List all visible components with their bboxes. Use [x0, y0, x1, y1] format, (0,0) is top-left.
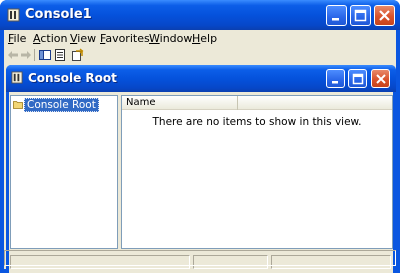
tree-item-label: Console Root	[24, 97, 99, 112]
child-minimize-button[interactable]	[326, 69, 345, 88]
close-button[interactable]	[374, 5, 395, 26]
toolbar	[4, 47, 396, 63]
status-cell	[4, 250, 396, 266]
window-titlebar[interactable]: Console1	[0, 0, 400, 30]
forward-arrow-icon[interactable]	[19, 48, 33, 62]
minimize-icon	[332, 18, 339, 21]
close-icon	[379, 10, 390, 21]
child-maximize-button[interactable]	[348, 69, 367, 88]
child-window-title: Console Root	[28, 71, 117, 85]
maximize-button[interactable]	[350, 5, 371, 26]
menu-file[interactable]: File	[8, 32, 26, 45]
menubar: File Action View Favorites Window Help	[4, 30, 396, 47]
maximize-icon	[354, 9, 367, 22]
mmc-console-icon	[7, 8, 20, 22]
show-hide-tree-icon[interactable]	[38, 48, 52, 62]
console-root-window: Console Root Console Root Name There are…	[6, 65, 396, 273]
menu-favorites[interactable]: Favorites	[100, 32, 150, 45]
menu-view[interactable]: View	[70, 32, 96, 45]
maximize-icon	[352, 73, 364, 85]
column-header-name[interactable]: Name	[122, 96, 238, 110]
tree-pane[interactable]: Console Root	[10, 95, 118, 249]
child-close-button[interactable]	[371, 69, 390, 88]
child-titlebar[interactable]: Console Root	[6, 65, 396, 92]
menu-window[interactable]: Window	[149, 32, 192, 45]
folder-icon	[13, 101, 23, 109]
window-client-area: File Action View Favorites Window Help C…	[4, 30, 396, 273]
menu-help[interactable]: Help	[192, 32, 217, 45]
list-pane[interactable]: Name There are no items to show in this …	[121, 95, 393, 249]
window-title: Console1	[25, 7, 92, 22]
export-icon[interactable]	[70, 48, 84, 62]
minimize-button[interactable]	[326, 5, 347, 26]
back-arrow-icon[interactable]	[6, 48, 20, 62]
close-icon	[376, 74, 386, 84]
empty-list-message: There are no items to show in this view.	[152, 116, 362, 128]
tree-item-console-root[interactable]: Console Root	[13, 97, 99, 112]
main-status-bar	[4, 249, 396, 267]
properties-icon[interactable]	[53, 48, 67, 62]
toolbar-separator	[34, 49, 35, 61]
minimize-icon	[332, 81, 338, 84]
list-header: Name	[122, 96, 392, 110]
mmc-console-icon	[11, 71, 23, 84]
menu-action[interactable]: Action	[33, 32, 67, 45]
child-client-area: Console Root Name There are no items to …	[9, 92, 393, 273]
console-window: Console1 File Action View Favorites Wind…	[0, 0, 400, 273]
